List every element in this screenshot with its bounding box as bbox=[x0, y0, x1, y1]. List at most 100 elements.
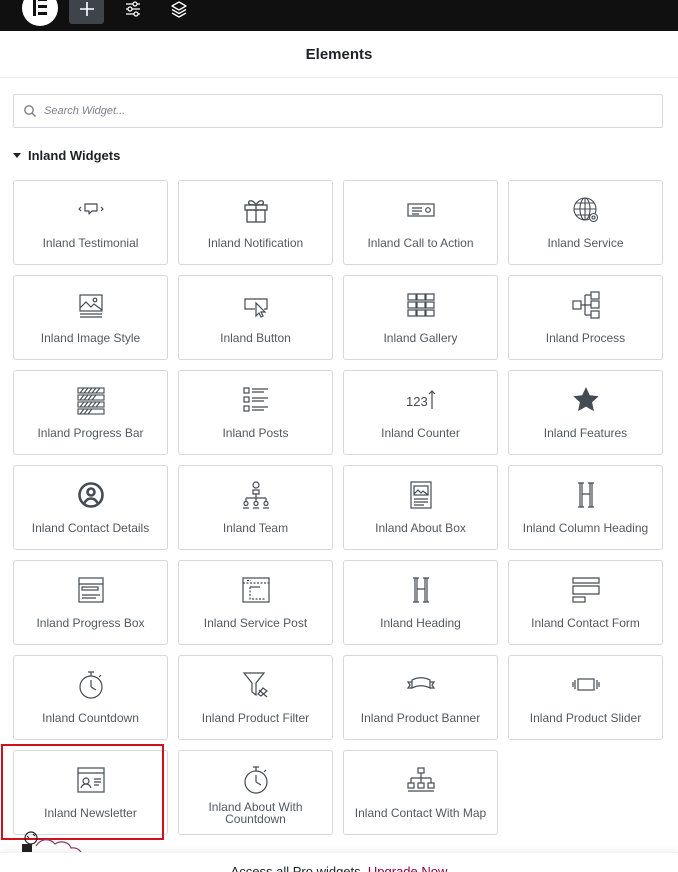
heading-h-icon bbox=[412, 577, 429, 603]
gift-icon bbox=[243, 200, 268, 223]
search-icon bbox=[24, 105, 37, 118]
widget-tile-heading[interactable]: Inland Heading bbox=[343, 560, 498, 645]
widget-label: Inland Features bbox=[543, 426, 628, 440]
slider-icon bbox=[571, 678, 600, 691]
newsletter-icon bbox=[76, 767, 105, 793]
image-icon bbox=[78, 294, 103, 318]
widget-label: Inland Progress Bar bbox=[37, 426, 144, 440]
globe-gear-icon bbox=[572, 197, 598, 223]
promo-text: Access all Pro widgets. bbox=[230, 864, 365, 872]
widget-label: Inland Button bbox=[220, 331, 291, 345]
upgrade-link[interactable]: Upgrade Now bbox=[368, 864, 448, 872]
widget-tile-contact-with-map[interactable]: Inland Contact With Map bbox=[343, 750, 498, 835]
widget-label: Inland Progress Box bbox=[36, 616, 145, 630]
progress-box-icon bbox=[77, 577, 104, 603]
widget-tile-call-to-action[interactable]: Inland Call to Action bbox=[343, 180, 498, 265]
widget-label: Inland Newsletter bbox=[44, 806, 137, 820]
button-cursor-icon bbox=[243, 298, 268, 318]
heading-h-icon bbox=[577, 482, 594, 508]
widget-label: Inland Heading bbox=[380, 616, 461, 630]
widget-tile-service[interactable]: Inland Service bbox=[508, 180, 663, 265]
plus-icon bbox=[79, 2, 94, 16]
progress-bars-icon bbox=[76, 387, 105, 415]
page-title: Elements bbox=[305, 45, 373, 63]
navigator-button[interactable] bbox=[161, 0, 196, 24]
upgrade-banner: Access all Pro widgets. Upgrade Now bbox=[0, 852, 678, 872]
widget-tile-product-slider[interactable]: Inland Product Slider bbox=[508, 655, 663, 740]
widget-label: Inland Product Banner bbox=[360, 711, 481, 725]
widget-tile-contact-details[interactable]: Inland Contact Details bbox=[13, 465, 168, 550]
posts-list-icon bbox=[242, 387, 268, 412]
banner-ribbon-icon bbox=[406, 677, 435, 689]
team-hierarchy-icon bbox=[242, 481, 269, 509]
process-icon bbox=[571, 291, 600, 319]
widget-tile-team[interactable]: Inland Team bbox=[178, 465, 333, 550]
widget-tile-about-box[interactable]: Inland About Box bbox=[343, 465, 498, 550]
widget-tile-image-style[interactable]: Inland Image Style bbox=[13, 275, 168, 360]
call-to-action-icon bbox=[406, 203, 435, 217]
widget-label: Inland Posts bbox=[222, 426, 289, 440]
widget-tile-notification[interactable]: Inland Notification bbox=[178, 180, 333, 265]
user-circle-icon bbox=[77, 482, 104, 508]
widget-grid: Inland Testimonial Inland Notification I… bbox=[13, 180, 663, 835]
widget-tile-contact-form[interactable]: Inland Contact Form bbox=[508, 560, 663, 645]
widget-label: Inland Testimonial bbox=[42, 236, 139, 250]
counter-icon: 123 bbox=[406, 390, 435, 409]
testimonial-icon bbox=[77, 203, 104, 215]
widget-label: Inland Column Heading bbox=[522, 521, 649, 535]
widget-tile-countdown[interactable]: Inland Countdown bbox=[13, 655, 168, 740]
widget-label: Inland Image Style bbox=[40, 331, 141, 345]
widget-tile-newsletter[interactable]: Inland Newsletter bbox=[13, 750, 168, 835]
widget-label: Inland Notification bbox=[207, 236, 304, 250]
about-box-icon bbox=[409, 481, 432, 509]
category-title: Inland Widgets bbox=[28, 148, 121, 163]
widget-label: Inland About Box bbox=[375, 521, 466, 535]
search-box[interactable] bbox=[13, 94, 663, 128]
widget-label: Inland Service Post bbox=[203, 616, 308, 630]
svg-text:123: 123 bbox=[406, 394, 428, 409]
widget-label: Inland Contact Details bbox=[31, 521, 150, 535]
widget-tile-product-banner[interactable]: Inland Product Banner bbox=[343, 655, 498, 740]
widget-tile-posts[interactable]: Inland Posts bbox=[178, 370, 333, 455]
widget-label: Inland Process bbox=[545, 331, 626, 345]
widget-tile-button[interactable]: Inland Button bbox=[178, 275, 333, 360]
top-toolbar bbox=[0, 0, 678, 31]
add-element-button[interactable] bbox=[69, 0, 104, 24]
service-post-icon bbox=[241, 577, 270, 603]
widget-label: Inland Team bbox=[222, 521, 289, 535]
widget-tile-column-heading[interactable]: Inland Column Heading bbox=[508, 465, 663, 550]
widget-tile-features[interactable]: Inland Features bbox=[508, 370, 663, 455]
layers-icon bbox=[170, 1, 187, 18]
widget-tile-progress-box[interactable]: Inland Progress Box bbox=[13, 560, 168, 645]
panel-header: Elements bbox=[0, 31, 678, 78]
widget-label: Inland Product Slider bbox=[529, 711, 642, 725]
widget-label: Inland Countdown bbox=[42, 711, 139, 725]
sitemap-icon bbox=[406, 767, 435, 792]
widget-label: Inland Gallery bbox=[383, 331, 458, 345]
widget-tile-counter[interactable]: 123 Inland Counter bbox=[343, 370, 498, 455]
caret-down-icon bbox=[13, 153, 21, 158]
widget-tile-about-with-countdown[interactable]: Inland About With Countdown bbox=[178, 750, 333, 835]
widget-label: Inland Service bbox=[547, 236, 624, 250]
gallery-icon bbox=[406, 293, 435, 317]
widget-tile-product-filter[interactable]: Inland Product Filter bbox=[178, 655, 333, 740]
widget-label: Inland Counter bbox=[381, 426, 460, 440]
widget-tile-process[interactable]: Inland Process bbox=[508, 275, 663, 360]
category-toggle[interactable]: Inland Widgets bbox=[13, 148, 120, 163]
widget-label: Inland Contact Form bbox=[531, 616, 640, 630]
contact-form-icon bbox=[571, 577, 600, 603]
widget-tile-service-post[interactable]: Inland Service Post bbox=[178, 560, 333, 645]
stopwatch-icon bbox=[78, 671, 103, 699]
widget-label: Inland Contact With Map bbox=[354, 806, 487, 820]
widget-tile-gallery[interactable]: Inland Gallery bbox=[343, 275, 498, 360]
widget-label: Inland Product Filter bbox=[201, 711, 310, 725]
stopwatch-icon bbox=[243, 766, 268, 794]
widget-tile-progress-bar[interactable]: Inland Progress Bar bbox=[13, 370, 168, 455]
star-icon bbox=[572, 387, 599, 412]
site-settings-button[interactable] bbox=[115, 0, 150, 24]
widget-label: Inland Call to Action bbox=[367, 236, 474, 250]
widget-tile-testimonial[interactable]: Inland Testimonial bbox=[13, 180, 168, 265]
elementor-logo[interactable] bbox=[22, 0, 58, 26]
filter-icon bbox=[242, 672, 268, 698]
search-input[interactable] bbox=[44, 105, 624, 117]
